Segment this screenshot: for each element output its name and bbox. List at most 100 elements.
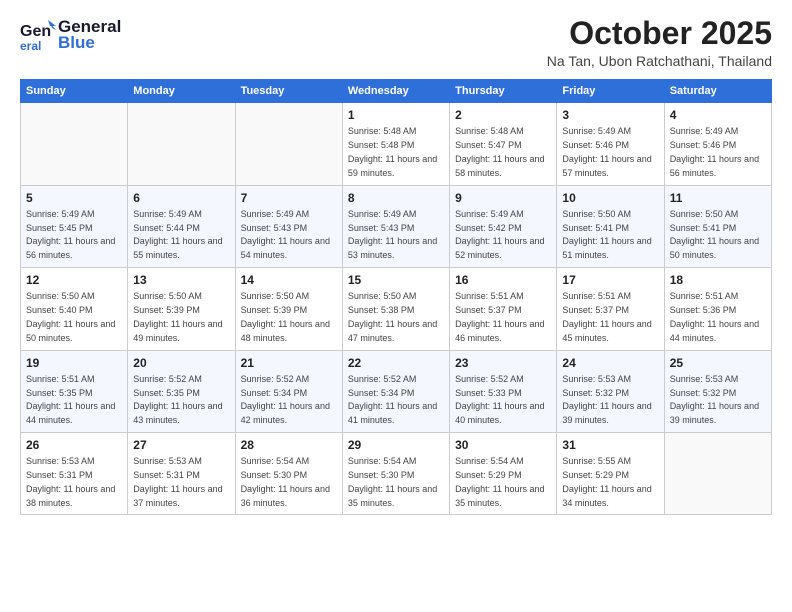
day-cell xyxy=(664,432,771,514)
day-info: Sunrise: 5:50 AMSunset: 5:39 PMDaylight:… xyxy=(133,291,222,342)
day-cell: 13 Sunrise: 5:50 AMSunset: 5:39 PMDaylig… xyxy=(128,268,235,350)
day-info: Sunrise: 5:48 AMSunset: 5:47 PMDaylight:… xyxy=(455,126,544,177)
day-info: Sunrise: 5:52 AMSunset: 5:33 PMDaylight:… xyxy=(455,374,544,425)
day-info: Sunrise: 5:51 AMSunset: 5:35 PMDaylight:… xyxy=(26,374,115,425)
day-info: Sunrise: 5:50 AMSunset: 5:40 PMDaylight:… xyxy=(26,291,115,342)
day-number: 23 xyxy=(455,355,551,371)
week-row-1: 1 Sunrise: 5:48 AMSunset: 5:48 PMDayligh… xyxy=(21,103,772,185)
calendar-table: Sunday Monday Tuesday Wednesday Thursday… xyxy=(20,79,772,515)
day-cell: 15 Sunrise: 5:50 AMSunset: 5:38 PMDaylig… xyxy=(342,268,449,350)
logo-blue-text: Blue xyxy=(58,34,121,51)
col-monday: Monday xyxy=(128,80,235,103)
day-cell: 20 Sunrise: 5:52 AMSunset: 5:35 PMDaylig… xyxy=(128,350,235,432)
logo-icon: Gen eral xyxy=(20,16,56,52)
day-number: 30 xyxy=(455,437,551,453)
day-info: Sunrise: 5:54 AMSunset: 5:30 PMDaylight:… xyxy=(241,456,330,507)
day-info: Sunrise: 5:54 AMSunset: 5:30 PMDaylight:… xyxy=(348,456,437,507)
day-info: Sunrise: 5:50 AMSunset: 5:41 PMDaylight:… xyxy=(670,209,759,260)
day-number: 26 xyxy=(26,437,122,453)
day-number: 20 xyxy=(133,355,229,371)
col-sunday: Sunday xyxy=(21,80,128,103)
location: Na Tan, Ubon Ratchathani, Thailand xyxy=(547,53,772,69)
day-number: 6 xyxy=(133,190,229,206)
week-row-2: 5 Sunrise: 5:49 AMSunset: 5:45 PMDayligh… xyxy=(21,185,772,267)
day-cell: 25 Sunrise: 5:53 AMSunset: 5:32 PMDaylig… xyxy=(664,350,771,432)
day-cell xyxy=(128,103,235,185)
day-cell: 24 Sunrise: 5:53 AMSunset: 5:32 PMDaylig… xyxy=(557,350,664,432)
day-info: Sunrise: 5:50 AMSunset: 5:38 PMDaylight:… xyxy=(348,291,437,342)
day-cell: 16 Sunrise: 5:51 AMSunset: 5:37 PMDaylig… xyxy=(450,268,557,350)
day-number: 13 xyxy=(133,272,229,288)
week-row-5: 26 Sunrise: 5:53 AMSunset: 5:31 PMDaylig… xyxy=(21,432,772,514)
day-number: 2 xyxy=(455,107,551,123)
day-info: Sunrise: 5:52 AMSunset: 5:34 PMDaylight:… xyxy=(241,374,330,425)
day-number: 1 xyxy=(348,107,444,123)
day-cell: 31 Sunrise: 5:55 AMSunset: 5:29 PMDaylig… xyxy=(557,432,664,514)
day-info: Sunrise: 5:50 AMSunset: 5:39 PMDaylight:… xyxy=(241,291,330,342)
day-cell xyxy=(235,103,342,185)
day-info: Sunrise: 5:52 AMSunset: 5:34 PMDaylight:… xyxy=(348,374,437,425)
day-number: 5 xyxy=(26,190,122,206)
week-row-4: 19 Sunrise: 5:51 AMSunset: 5:35 PMDaylig… xyxy=(21,350,772,432)
col-wednesday: Wednesday xyxy=(342,80,449,103)
day-cell: 17 Sunrise: 5:51 AMSunset: 5:37 PMDaylig… xyxy=(557,268,664,350)
day-cell: 30 Sunrise: 5:54 AMSunset: 5:29 PMDaylig… xyxy=(450,432,557,514)
day-cell: 4 Sunrise: 5:49 AMSunset: 5:46 PMDayligh… xyxy=(664,103,771,185)
day-info: Sunrise: 5:49 AMSunset: 5:46 PMDaylight:… xyxy=(670,126,759,177)
day-info: Sunrise: 5:53 AMSunset: 5:31 PMDaylight:… xyxy=(133,456,222,507)
day-info: Sunrise: 5:53 AMSunset: 5:31 PMDaylight:… xyxy=(26,456,115,507)
title-area: October 2025 Na Tan, Ubon Ratchathani, T… xyxy=(547,16,772,69)
day-cell: 11 Sunrise: 5:50 AMSunset: 5:41 PMDaylig… xyxy=(664,185,771,267)
day-cell: 22 Sunrise: 5:52 AMSunset: 5:34 PMDaylig… xyxy=(342,350,449,432)
col-tuesday: Tuesday xyxy=(235,80,342,103)
header: Gen eral General Blue October 2025 Na Ta… xyxy=(20,16,772,69)
day-number: 17 xyxy=(562,272,658,288)
day-number: 9 xyxy=(455,190,551,206)
day-info: Sunrise: 5:51 AMSunset: 5:36 PMDaylight:… xyxy=(670,291,759,342)
day-number: 31 xyxy=(562,437,658,453)
calendar-header-row: Sunday Monday Tuesday Wednesday Thursday… xyxy=(21,80,772,103)
day-info: Sunrise: 5:49 AMSunset: 5:42 PMDaylight:… xyxy=(455,209,544,260)
day-info: Sunrise: 5:49 AMSunset: 5:45 PMDaylight:… xyxy=(26,209,115,260)
day-number: 8 xyxy=(348,190,444,206)
day-number: 18 xyxy=(670,272,766,288)
day-info: Sunrise: 5:48 AMSunset: 5:48 PMDaylight:… xyxy=(348,126,437,177)
svg-text:Gen: Gen xyxy=(20,23,51,40)
day-number: 22 xyxy=(348,355,444,371)
col-friday: Friday xyxy=(557,80,664,103)
day-cell: 5 Sunrise: 5:49 AMSunset: 5:45 PMDayligh… xyxy=(21,185,128,267)
day-info: Sunrise: 5:49 AMSunset: 5:46 PMDaylight:… xyxy=(562,126,651,177)
logo: Gen eral General Blue xyxy=(20,16,121,52)
day-number: 28 xyxy=(241,437,337,453)
day-cell: 23 Sunrise: 5:52 AMSunset: 5:33 PMDaylig… xyxy=(450,350,557,432)
day-cell: 14 Sunrise: 5:50 AMSunset: 5:39 PMDaylig… xyxy=(235,268,342,350)
day-cell: 6 Sunrise: 5:49 AMSunset: 5:44 PMDayligh… xyxy=(128,185,235,267)
day-info: Sunrise: 5:53 AMSunset: 5:32 PMDaylight:… xyxy=(562,374,651,425)
day-number: 11 xyxy=(670,190,766,206)
day-info: Sunrise: 5:53 AMSunset: 5:32 PMDaylight:… xyxy=(670,374,759,425)
day-number: 16 xyxy=(455,272,551,288)
day-info: Sunrise: 5:49 AMSunset: 5:43 PMDaylight:… xyxy=(348,209,437,260)
day-cell xyxy=(21,103,128,185)
day-cell: 9 Sunrise: 5:49 AMSunset: 5:42 PMDayligh… xyxy=(450,185,557,267)
day-cell: 7 Sunrise: 5:49 AMSunset: 5:43 PMDayligh… xyxy=(235,185,342,267)
day-number: 7 xyxy=(241,190,337,206)
col-thursday: Thursday xyxy=(450,80,557,103)
day-info: Sunrise: 5:50 AMSunset: 5:41 PMDaylight:… xyxy=(562,209,651,260)
day-cell: 21 Sunrise: 5:52 AMSunset: 5:34 PMDaylig… xyxy=(235,350,342,432)
day-cell: 12 Sunrise: 5:50 AMSunset: 5:40 PMDaylig… xyxy=(21,268,128,350)
day-number: 15 xyxy=(348,272,444,288)
day-info: Sunrise: 5:52 AMSunset: 5:35 PMDaylight:… xyxy=(133,374,222,425)
day-number: 27 xyxy=(133,437,229,453)
day-info: Sunrise: 5:55 AMSunset: 5:29 PMDaylight:… xyxy=(562,456,651,507)
logo-general: General xyxy=(58,18,121,35)
svg-text:eral: eral xyxy=(20,39,41,52)
week-row-3: 12 Sunrise: 5:50 AMSunset: 5:40 PMDaylig… xyxy=(21,268,772,350)
day-number: 14 xyxy=(241,272,337,288)
day-number: 4 xyxy=(670,107,766,123)
day-number: 10 xyxy=(562,190,658,206)
day-cell: 26 Sunrise: 5:53 AMSunset: 5:31 PMDaylig… xyxy=(21,432,128,514)
day-cell: 1 Sunrise: 5:48 AMSunset: 5:48 PMDayligh… xyxy=(342,103,449,185)
day-number: 25 xyxy=(670,355,766,371)
day-info: Sunrise: 5:51 AMSunset: 5:37 PMDaylight:… xyxy=(455,291,544,342)
